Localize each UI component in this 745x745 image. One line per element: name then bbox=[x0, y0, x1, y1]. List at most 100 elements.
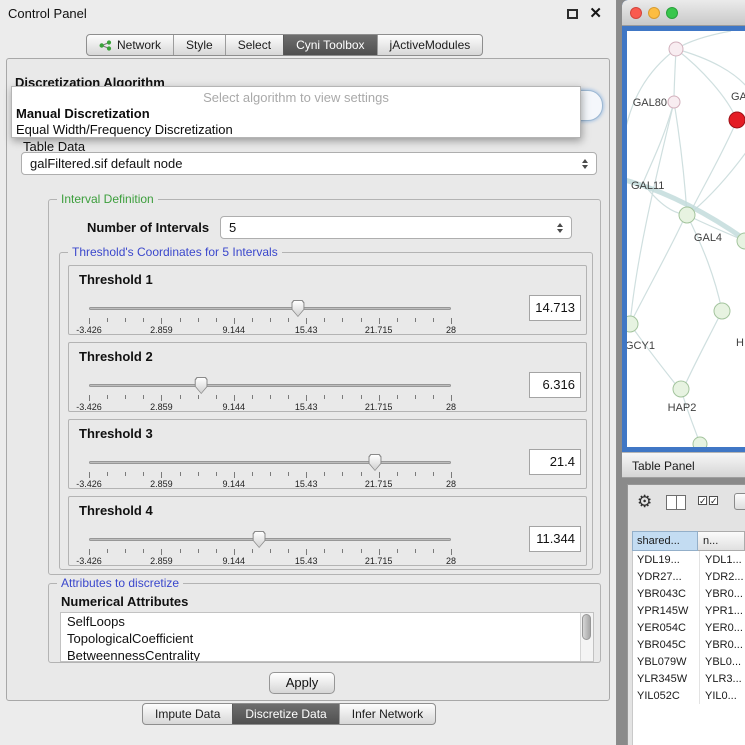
slider-scale-label: 15.43 bbox=[295, 479, 318, 489]
gear-icon[interactable]: ⚙ bbox=[637, 492, 652, 512]
list-scrollbar[interactable] bbox=[580, 613, 593, 661]
table-cell[interactable]: YDR27... bbox=[633, 571, 699, 583]
close-icon[interactable]: ✕ bbox=[589, 4, 602, 22]
threshold-slider[interactable] bbox=[89, 454, 451, 472]
zoom-traffic-light[interactable] bbox=[666, 7, 678, 19]
table-data-combobox[interactable]: galFiltered.sif default node bbox=[21, 152, 597, 175]
slider-track[interactable] bbox=[89, 384, 451, 387]
slider-tick bbox=[198, 395, 199, 399]
table-row[interactable]: YLR345WYLR3... bbox=[633, 670, 745, 687]
table-row[interactable]: YDL19...YDL1... bbox=[633, 551, 745, 568]
slider-tick bbox=[89, 318, 90, 324]
tab-cyni-toolbox[interactable]: Cyni Toolbox bbox=[283, 35, 376, 55]
network-node[interactable] bbox=[673, 381, 689, 397]
tab-network[interactable]: Network bbox=[87, 35, 173, 55]
number-of-intervals-combobox[interactable]: 5 bbox=[220, 216, 572, 239]
slider-thumb[interactable] bbox=[368, 454, 381, 471]
table-row[interactable]: YBL079WYBL0... bbox=[633, 653, 745, 670]
minimize-traffic-light[interactable] bbox=[648, 7, 660, 19]
tab-style[interactable]: Style bbox=[173, 35, 225, 55]
slider-scale-label: 28 bbox=[446, 325, 456, 335]
attribute-list-item[interactable]: SelfLoops bbox=[61, 613, 593, 630]
slider-thumb[interactable] bbox=[195, 377, 208, 394]
table-row[interactable]: YBR045CYBR0... bbox=[633, 636, 745, 653]
slider-track[interactable] bbox=[89, 307, 451, 310]
slider-scale-label: 28 bbox=[446, 402, 456, 412]
table-row[interactable]: YDR27...YDR2... bbox=[633, 568, 745, 585]
toolbar-button-cut[interactable] bbox=[734, 493, 745, 510]
table-row[interactable]: YIL052CYIL0... bbox=[633, 687, 745, 704]
table-cell[interactable]: YDL19... bbox=[633, 554, 699, 566]
table-cell[interactable]: YPR1... bbox=[699, 602, 745, 619]
attribute-list-item[interactable]: BetweennessCentrality bbox=[61, 647, 593, 662]
table-cell[interactable]: YLR345W bbox=[633, 673, 699, 685]
tab-impute-data[interactable]: Impute Data bbox=[143, 704, 232, 724]
tab-infer-network[interactable]: Infer Network bbox=[339, 704, 435, 724]
tab-discretize-data[interactable]: Discretize Data bbox=[232, 704, 338, 724]
close-traffic-light[interactable] bbox=[630, 7, 642, 19]
table-cell[interactable]: YBR0... bbox=[699, 636, 745, 653]
network-node[interactable] bbox=[679, 207, 695, 223]
numerical-attributes-list[interactable]: SelfLoopsTopologicalCoefficientBetweenne… bbox=[60, 612, 594, 662]
table-header-row: shared... n... bbox=[632, 531, 745, 551]
slider-scale-label: 21.715 bbox=[365, 325, 393, 335]
combo-stepper-icon bbox=[582, 159, 588, 169]
threshold-value-field[interactable]: 6.316 bbox=[529, 372, 581, 398]
dropdown-option-equal-width-frequency[interactable]: Equal Width/Frequency Discretization bbox=[16, 122, 233, 137]
columns-icon[interactable] bbox=[666, 495, 686, 510]
table-cell[interactable]: YDL1... bbox=[699, 551, 745, 568]
table-row[interactable]: YER054CYER0... bbox=[633, 619, 745, 636]
slider-tick bbox=[433, 395, 434, 399]
slider-thumb[interactable] bbox=[291, 300, 304, 317]
select-columns-icon[interactable]: ✓ ✓ bbox=[698, 496, 718, 505]
threshold-slider[interactable] bbox=[89, 300, 451, 318]
table-cell[interactable]: YER054C bbox=[633, 622, 699, 634]
threshold-value-field[interactable]: 11.344 bbox=[529, 526, 581, 552]
threshold-value-field[interactable]: 21.4 bbox=[529, 449, 581, 475]
threshold-slider[interactable] bbox=[89, 377, 451, 395]
dropdown-option-manual-discretization[interactable]: Manual Discretization bbox=[16, 106, 150, 121]
slider-tick bbox=[306, 472, 307, 478]
slider-thumb[interactable] bbox=[253, 531, 266, 548]
slider-tick bbox=[107, 318, 108, 322]
tab-jactivemodules[interactable]: jActiveModules bbox=[377, 35, 483, 55]
network-node[interactable] bbox=[714, 303, 730, 319]
table-cell[interactable]: YBL0... bbox=[699, 653, 745, 670]
table-cell[interactable]: YER0... bbox=[699, 619, 745, 636]
threshold-value-field[interactable]: 14.713 bbox=[529, 295, 581, 321]
slider-track[interactable] bbox=[89, 538, 451, 541]
table-cell[interactable]: YBR0... bbox=[699, 585, 745, 602]
threshold-slider[interactable] bbox=[89, 531, 451, 549]
slider-track[interactable] bbox=[89, 461, 451, 464]
table-cell[interactable]: YIL0... bbox=[699, 687, 745, 704]
table-cell[interactable]: YLR3... bbox=[699, 670, 745, 687]
slider-tick bbox=[198, 549, 199, 553]
table-cell[interactable]: YDR2... bbox=[699, 568, 745, 585]
table-cell[interactable]: YPR145W bbox=[633, 605, 699, 617]
table-row[interactable]: YBR043CYBR0... bbox=[633, 585, 745, 602]
column-header-shared-name[interactable]: shared... bbox=[632, 531, 698, 551]
slider-scale-label: 9.144 bbox=[223, 556, 246, 566]
attribute-list-item[interactable]: TopologicalCoefficient bbox=[61, 630, 593, 647]
table-cell[interactable]: YBL079W bbox=[633, 656, 699, 668]
table-row[interactable]: YPR145WYPR1... bbox=[633, 602, 745, 619]
tab-select[interactable]: Select bbox=[225, 35, 283, 55]
scrollbar-thumb[interactable] bbox=[582, 614, 591, 640]
network-node[interactable] bbox=[668, 96, 680, 108]
network-node[interactable] bbox=[693, 437, 707, 447]
column-header-name[interactable]: n... bbox=[698, 531, 745, 551]
slider-tick bbox=[161, 549, 162, 555]
apply-button[interactable]: Apply bbox=[269, 672, 335, 694]
float-window-icon[interactable] bbox=[567, 9, 578, 19]
slider-tick bbox=[180, 395, 181, 399]
table-cell[interactable]: YBR045C bbox=[633, 639, 699, 651]
table-cell[interactable]: YIL052C bbox=[633, 690, 699, 702]
network-node[interactable] bbox=[729, 112, 745, 128]
table-cell[interactable]: YBR043C bbox=[633, 588, 699, 600]
slider-tick bbox=[234, 318, 235, 324]
network-node[interactable] bbox=[627, 316, 638, 332]
network-canvas[interactable]: GAL80GALGAL11GAL4GCY1HHAP2 bbox=[627, 31, 745, 447]
slider-tick bbox=[379, 318, 380, 324]
threshold-label: Threshold 4 bbox=[79, 503, 153, 518]
network-node[interactable] bbox=[669, 42, 683, 56]
